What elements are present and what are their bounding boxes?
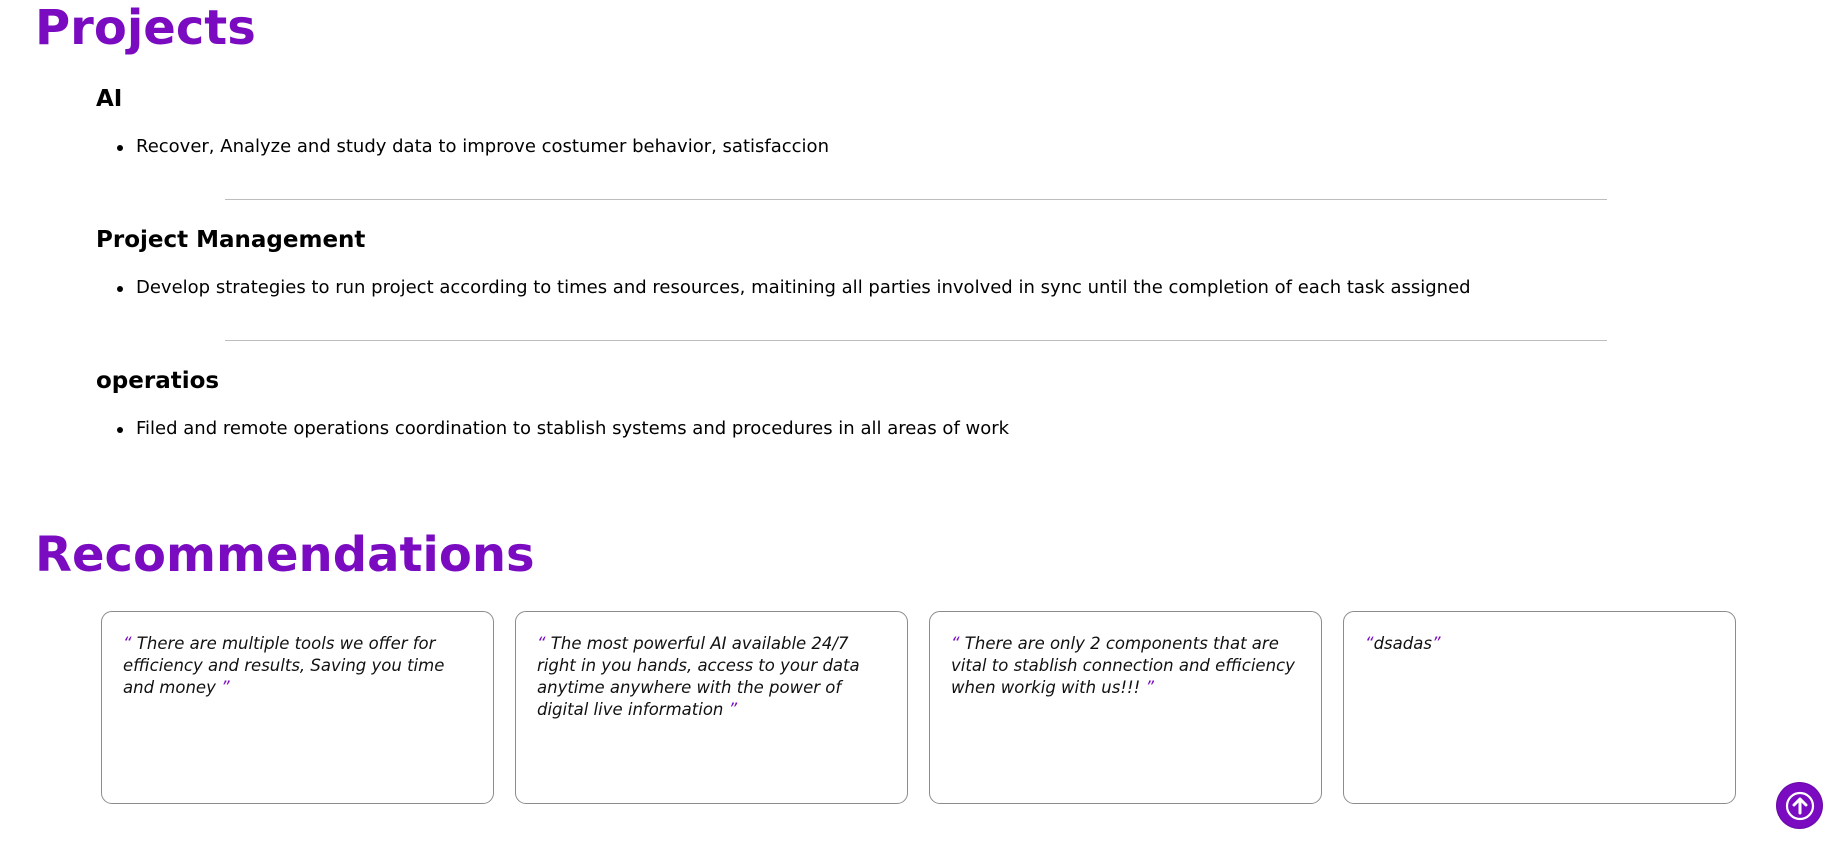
project-ai: AI Recover, Analyze and study data to im…: [96, 88, 1656, 158]
recommendation-quote: “ The most powerful AI available 24/7 ri…: [537, 633, 887, 721]
open-quote-mark: “: [537, 634, 546, 653]
scroll-to-top-button[interactable]: [1777, 783, 1822, 828]
recommendation-text: There are only 2 components that are vit…: [951, 634, 1295, 697]
project-title: operatios: [96, 368, 220, 394]
project-management: Project Management Develop strategies to…: [96, 229, 1656, 299]
project-bullet: Filed and remote operations coordination…: [117, 418, 1656, 440]
project-bullet: Develop strategies to run project accord…: [117, 277, 1656, 299]
open-quote-mark: “: [123, 634, 132, 653]
close-quote-mark: ”: [1431, 634, 1441, 653]
divider: [225, 340, 1607, 341]
recommendation-card: “dsadas”: [1343, 611, 1736, 804]
recommendation-text: dsadas: [1373, 634, 1432, 653]
project-bullets: Recover, Analyze and study data to impro…: [96, 136, 1656, 158]
recommendation-quote: “ There are multiple tools we offer for …: [123, 633, 473, 699]
recommendation-text: The most powerful AI available 24/7 righ…: [537, 634, 860, 719]
recommendation-card: “ There are multiple tools we offer for …: [101, 611, 494, 804]
project-bullet: Recover, Analyze and study data to impro…: [117, 136, 1656, 158]
project-bullets: Develop strategies to run project accord…: [96, 277, 1656, 299]
close-quote-mark: ”: [1145, 678, 1154, 697]
open-quote-mark: “: [1365, 634, 1374, 653]
recommendation-card: “ The most powerful AI available 24/7 ri…: [515, 611, 908, 804]
project-title: AI: [96, 86, 123, 112]
projects-heading: Projects: [35, 0, 256, 56]
close-quote-mark: ”: [728, 700, 738, 719]
recommendation-quote: “ There are only 2 components that are v…: [951, 633, 1301, 699]
divider: [225, 199, 1607, 200]
arrow-up-icon: [1785, 791, 1814, 820]
project-bullets: Filed and remote operations coordination…: [96, 418, 1656, 440]
open-quote-mark: “: [951, 634, 960, 653]
project-operations: operatios Filed and remote operations co…: [96, 370, 1656, 440]
project-title: Project Management: [96, 227, 366, 253]
recommendations-heading: Recommendations: [35, 527, 535, 583]
close-quote-mark: ”: [221, 678, 230, 697]
recommendation-card: “ There are only 2 components that are v…: [929, 611, 1322, 804]
recommendation-quote: “dsadas”: [1365, 633, 1715, 655]
recommendation-text: There are multiple tools we offer for ef…: [123, 634, 445, 697]
